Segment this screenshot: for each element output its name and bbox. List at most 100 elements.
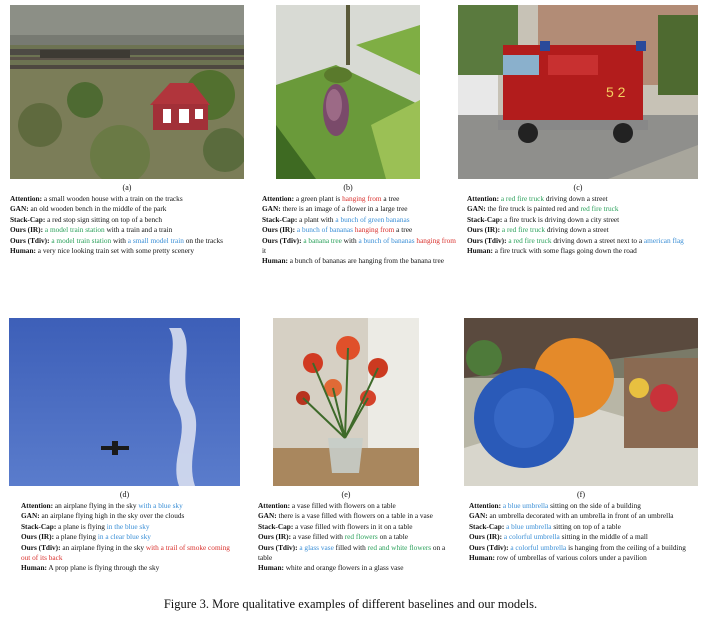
caption-text: with a train and a train: [104, 225, 173, 235]
caption-text: a small wooden house with a train on the…: [42, 194, 183, 203]
photo-airplane: [9, 318, 240, 486]
caption-text: A prop plane is flying through the sky: [46, 563, 160, 573]
caption-line: GAN: an airplane flying high in the sky …: [21, 511, 239, 521]
caption-line: GAN: there is a vase filled with flowers…: [258, 511, 452, 521]
method-name: Ours (Tdiv):: [469, 542, 509, 552]
highlighted-phrase: red flowers: [344, 532, 378, 542]
caption-text: a tree: [394, 225, 413, 235]
caption-line: Ours (IR): a model train station with a …: [10, 225, 250, 235]
caption-text: sitting in the middle of a mall: [559, 532, 648, 542]
caption-text: the fire truck is painted red and: [485, 204, 581, 214]
caption-line: Human: row of umbrellas of various color…: [469, 553, 699, 563]
highlighted-phrase: red fire truck: [580, 204, 619, 214]
method-name: Ours (IR):: [467, 225, 501, 235]
photo-banana-tree: [276, 5, 420, 179]
photo-flower-vase: [273, 318, 419, 486]
caption-text: a plane flying: [54, 532, 98, 542]
method-name: Ours (IR):: [10, 225, 44, 235]
caption-line: Human: a fire truck with some flags goin…: [467, 246, 699, 256]
caption-text: a very nice looking train set with some …: [35, 246, 195, 256]
method-name: Human:: [258, 563, 284, 573]
caption-line: Stack-Cap: a fire truck is driving down …: [467, 215, 699, 225]
caption-line: Attention: a vase filled with flowers on…: [258, 501, 452, 511]
caption-line: Ours (Tdiv): a colorful umbrella is hang…: [469, 543, 699, 553]
caption-line: Attention: a green plant is hanging from…: [262, 194, 458, 204]
method-name: Attention:: [10, 194, 43, 203]
highlighted-phrase: a blue umbrella: [506, 521, 552, 531]
caption-text: a green plant is: [294, 194, 343, 203]
highlighted-phrase: a blue umbrella: [502, 501, 549, 510]
caption-line: Stack-Cap: a red stop sign sitting on to…: [10, 215, 250, 225]
caption-text: there is a vase filled with flowers on a…: [276, 511, 433, 521]
caption-text: row of umbrellas of various colors under…: [494, 553, 647, 563]
caption-text: a vase filled with: [291, 532, 345, 542]
panel-label-c: (c): [573, 183, 583, 192]
figure-caption: Figure 3. More qualitative examples of d…: [163, 597, 538, 611]
caption-line: GAN: an umbrella decorated with an umbre…: [469, 511, 699, 521]
caption-text: sitting on top of a table: [551, 521, 621, 531]
method-name: Ours (Tdiv):: [258, 542, 298, 552]
caption-line: Ours (Tdiv): a banana tree with a bunch …: [262, 236, 458, 257]
caption-line: Human: A prop plane is flying through th…: [21, 563, 239, 573]
captions-panel-c: Attention: a red fire truck driving down…: [467, 194, 699, 256]
captions-panel-b: Attention: a green plant is hanging from…: [262, 194, 458, 267]
highlighted-phrase: a red fire truck: [508, 235, 552, 245]
caption-text: on the tracks: [183, 235, 224, 245]
photo-train-set: [10, 5, 244, 179]
highlighted-phrase: hanging from: [342, 194, 382, 203]
caption-line: Ours (Tdiv): a glass vase filled with re…: [258, 543, 452, 564]
highlighted-phrase: in a clear blue sky: [97, 532, 151, 542]
caption-text: driving down a street: [545, 225, 609, 235]
method-name: Human:: [467, 246, 493, 256]
highlighted-phrase: a colorful umbrella: [510, 542, 567, 552]
caption-text: with: [341, 235, 359, 245]
caption-text: driving down a street: [544, 194, 608, 203]
highlighted-phrase: a colorful umbrella: [503, 532, 560, 542]
caption-line: GAN: the fire truck is painted red and r…: [467, 204, 699, 214]
method-name: Human:: [10, 246, 36, 256]
caption-line: Ours (Tdiv): a red fire truck driving do…: [467, 236, 699, 246]
method-name: Attention:: [469, 501, 502, 510]
photo-fire-truck: 5 2: [458, 5, 698, 179]
caption-line: Human: a very nice looking train set wit…: [10, 246, 250, 256]
method-name: GAN:: [21, 511, 40, 521]
caption-line: Human: a bunch of bananas are hanging fr…: [262, 256, 458, 266]
panel-label-d: (d): [119, 490, 130, 499]
caption-text: there is an image of a flower in a large…: [280, 204, 408, 214]
method-name: Ours (Tdiv):: [10, 235, 50, 245]
highlighted-phrase: a model train station: [51, 235, 112, 245]
highlighted-phrase: a bunch of bananas: [358, 235, 415, 245]
highlighted-phrase: hanging from: [354, 225, 395, 235]
caption-text: a fire truck with some flags going down …: [492, 246, 637, 256]
method-name: Human:: [262, 256, 288, 266]
method-name: GAN:: [10, 204, 29, 214]
method-name: GAN:: [262, 204, 281, 214]
caption-line: Attention: a blue umbrella sitting on th…: [469, 501, 699, 511]
highlighted-phrase: in the blue sky: [106, 521, 150, 531]
method-name: Human:: [21, 563, 47, 573]
captions-panel-d: Attention: an airplane flying in the sky…: [21, 501, 239, 574]
highlighted-phrase: red and white flowers: [367, 542, 432, 552]
caption-text: a fire truck is driving down a city stre…: [502, 214, 620, 224]
highlighted-phrase: a red fire truck: [500, 194, 545, 203]
svg-text:5 2: 5 2: [606, 84, 626, 100]
caption-line: Ours (IR): a colorful umbrella sitting i…: [469, 532, 699, 542]
captions-panel-a: Attention: a small wooden house with a t…: [10, 194, 250, 256]
caption-text: an umbrella decorated with an umbrella i…: [487, 511, 674, 521]
highlighted-phrase: american flag: [643, 235, 684, 245]
caption-line: Stack-Cap: a vase filled with flowers in…: [258, 522, 452, 532]
highlighted-phrase: a red fire truck: [501, 225, 546, 235]
caption-line: Stack-Cap: a plant with a bunch of green…: [262, 215, 458, 225]
highlighted-phrase: a bunch of bananas: [296, 225, 353, 235]
method-name: Stack-Cap:: [467, 214, 503, 224]
highlighted-phrase: a banana tree: [303, 235, 342, 245]
caption-text: an airplane flying in the sky: [60, 542, 146, 552]
caption-text: a vase filled with flowers in it on a ta…: [293, 521, 413, 531]
method-name: Attention:: [21, 501, 54, 510]
caption-text: it: [262, 246, 267, 256]
method-name: Human:: [469, 553, 495, 563]
caption-line: GAN: there is an image of a flower in a …: [262, 204, 458, 214]
caption-text: is hanging from the ceiling of a buildin…: [566, 542, 686, 552]
caption-text: a tree: [381, 194, 400, 203]
panel-label-f: (f): [577, 490, 585, 499]
